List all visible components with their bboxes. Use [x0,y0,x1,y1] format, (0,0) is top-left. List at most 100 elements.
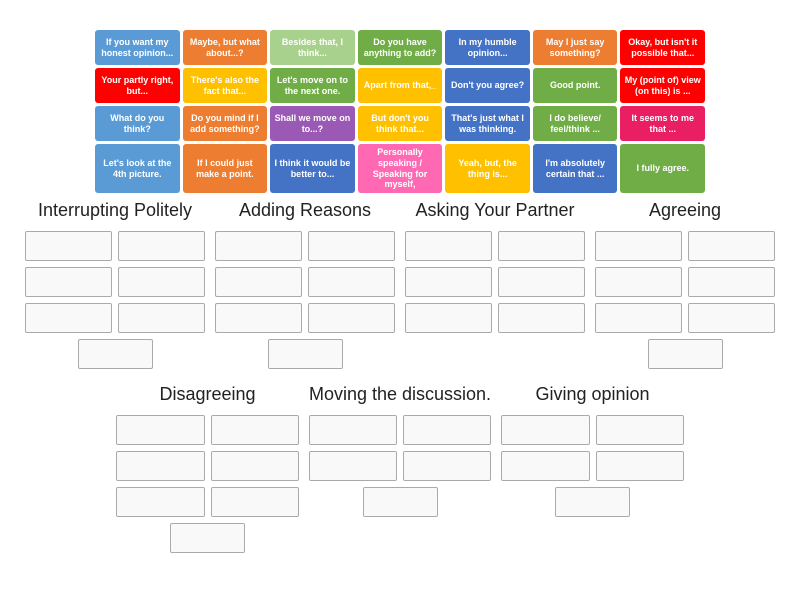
category-title-interrupting: Interrupting Politely [25,200,205,221]
word-tile[interactable]: Let's look at the 4th picture. [95,144,180,193]
category-moving: Moving the discussion. [304,384,497,553]
word-tile[interactable]: Okay, but isn't it possible that... [620,30,705,65]
drop-box-extra[interactable] [78,339,153,369]
word-tile[interactable]: Besides that, I think... [270,30,355,65]
category-adding: Adding Reasons [210,200,400,369]
word-tile[interactable]: Good point. [533,68,618,103]
drop-box[interactable] [116,451,204,481]
tiles-row-1: If you want my honest opinion...Maybe, b… [95,30,705,65]
drop-box[interactable] [309,415,397,445]
word-tile[interactable]: It seems to me that ... [620,106,705,141]
word-tile[interactable]: May I just say something? [533,30,618,65]
word-tile[interactable]: My (point of) view (on this) is ... [620,68,705,103]
word-tile[interactable]: But don't you think that... [358,106,443,141]
categories-area: Interrupting Politely Adding Reasons [20,200,780,553]
drop-grid-interrupting [25,231,205,333]
category-title-disagreeing: Disagreeing [116,384,299,405]
word-tile[interactable]: Do you have anything to add? [358,30,443,65]
word-tile[interactable]: Yeah, but, the thing is... [445,144,530,193]
word-tile[interactable]: That's just what I was thinking. [445,106,530,141]
drop-box[interactable] [309,451,397,481]
drop-box[interactable] [211,415,299,445]
drop-box[interactable] [688,303,775,333]
word-tile[interactable]: I think it would be better to... [270,144,355,193]
drop-box[interactable] [25,303,112,333]
category-interrupting: Interrupting Politely [20,200,210,369]
word-tile[interactable]: Apart from that,_ [358,68,443,103]
word-tile[interactable]: Let's move on to the next one. [270,68,355,103]
word-tile[interactable]: Your partly right, but... [95,68,180,103]
drop-box[interactable] [501,451,589,481]
drop-box[interactable] [498,303,585,333]
drop-box[interactable] [308,267,395,297]
word-tile[interactable]: Don't you agree? [445,68,530,103]
tiles-row-3: What do you think?Do you mind if I add s… [95,106,705,141]
drop-box[interactable] [211,451,299,481]
category-title-asking: Asking Your Partner [405,200,585,221]
tiles-container: If you want my honest opinion...Maybe, b… [95,30,705,196]
tiles-row-2: Your partly right, but...There's also th… [95,68,705,103]
drop-box[interactable] [405,231,492,261]
drop-box[interactable] [25,231,112,261]
drop-box[interactable] [405,303,492,333]
drop-box[interactable] [116,487,204,517]
drop-box[interactable] [595,231,682,261]
drop-box-extra[interactable] [268,339,343,369]
word-tile[interactable]: Personally speaking / Speaking for mysel… [358,144,443,193]
drop-box[interactable] [215,303,302,333]
drop-box[interactable] [118,267,205,297]
category-title-adding: Adding Reasons [215,200,395,221]
drop-box[interactable] [498,267,585,297]
drop-box[interactable] [308,231,395,261]
category-giving-opinion: Giving opinion [496,384,689,553]
top-categories: Interrupting Politely Adding Reasons [20,200,780,369]
drop-box[interactable] [498,231,585,261]
word-tile[interactable]: I do believe/ feel/think ... [533,106,618,141]
drop-box[interactable] [25,267,112,297]
drop-grid-agreeing [595,231,775,333]
drop-box[interactable] [595,303,682,333]
drop-box[interactable] [596,451,684,481]
drop-grid-asking [405,231,585,333]
category-disagreeing: Disagreeing [111,384,304,553]
word-tile[interactable]: If you want my honest opinion... [95,30,180,65]
drop-box[interactable] [308,303,395,333]
word-tile[interactable]: Do you mind if I add something? [183,106,268,141]
drop-box[interactable] [215,267,302,297]
word-tile[interactable]: I fully agree. [620,144,705,193]
drop-box[interactable] [596,415,684,445]
drop-box[interactable] [595,267,682,297]
category-title-agreeing: Agreeing [595,200,775,221]
drop-grid-moving [309,415,492,481]
category-asking: Asking Your Partner [400,200,590,369]
bottom-categories: Disagreeing Moving the discussion. [20,384,780,553]
drop-grid-giving-opinion [501,415,684,481]
category-agreeing: Agreeing [590,200,780,369]
drop-grid-disagreeing [116,415,299,517]
word-tile[interactable]: Maybe, but what about...? [183,30,268,65]
drop-box[interactable] [403,451,491,481]
drop-box[interactable] [403,415,491,445]
word-tile[interactable]: There's also the fact that... [183,68,268,103]
drop-box-extra[interactable] [170,523,245,553]
drop-box[interactable] [688,231,775,261]
category-title-moving: Moving the discussion. [309,384,492,405]
drop-box[interactable] [211,487,299,517]
drop-box[interactable] [405,267,492,297]
word-tile[interactable]: If I could just make a point. [183,144,268,193]
drop-box-extra[interactable] [555,487,630,517]
word-tile[interactable]: What do you think? [95,106,180,141]
drop-box-extra[interactable] [648,339,723,369]
drop-box[interactable] [118,231,205,261]
word-tile[interactable]: I'm absolutely certain that ... [533,144,618,193]
drop-box[interactable] [118,303,205,333]
drop-box[interactable] [116,415,204,445]
drop-grid-adding [215,231,395,333]
tiles-row-4: Let's look at the 4th picture.If I could… [95,144,705,193]
drop-box[interactable] [501,415,589,445]
word-tile[interactable]: In my humble opinion... [445,30,530,65]
drop-box[interactable] [215,231,302,261]
drop-box[interactable] [688,267,775,297]
drop-box-extra[interactable] [363,487,438,517]
word-tile[interactable]: Shall we move on to...? [270,106,355,141]
